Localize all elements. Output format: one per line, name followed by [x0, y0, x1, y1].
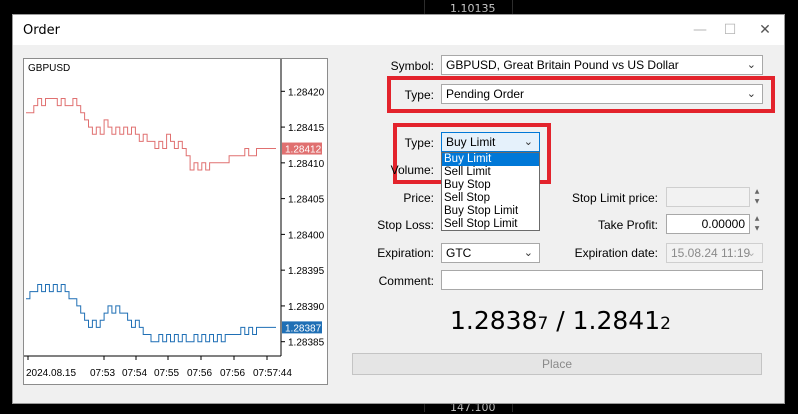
chevron-down-icon: ⌄ [523, 246, 533, 259]
maximize-button[interactable]: ☐ [716, 19, 744, 41]
comment-label: Comment: [378, 274, 434, 288]
expiration-date-input: 15.08.24 11:19 ⌄ [666, 243, 763, 263]
bid-main: 1.2838 [450, 306, 538, 335]
take-profit-label: Take Profit: [597, 218, 658, 232]
volume-label: Volume: [390, 163, 434, 177]
expiration-label: Expiration: [377, 246, 434, 260]
expiration-date-value: 15.08.24 11:19 [671, 246, 751, 260]
dropdown-option-sell-stop[interactable]: Sell Stop [442, 192, 539, 205]
y-tick-label: 1.28385 [288, 338, 325, 349]
expiration-value: GTC [446, 246, 472, 260]
expiration-date-label: Expiration date: [574, 246, 658, 260]
chevron-down-icon: ⌄ [746, 58, 756, 71]
stop-limit-label: Stop Limit price: [571, 191, 658, 205]
stop-limit-input [666, 187, 750, 207]
bid-small: 7 [537, 314, 549, 334]
pending-type-dropdown: Buy Limit Sell Limit Buy Stop Sell Stop … [441, 152, 540, 231]
y-tick-label: 1.28410 [288, 159, 325, 170]
x-tick-label: 07:55 [154, 368, 179, 379]
ask-price-label: 1.28412 [285, 145, 322, 156]
symbol-label: Symbol: [390, 59, 434, 73]
y-tick-label: 1.28400 [288, 230, 325, 241]
dropdown-option-sell-limit[interactable]: Sell Limit [442, 166, 539, 179]
title-bar: Order — ☐ ✕ [13, 15, 784, 45]
close-button[interactable]: ✕ [751, 19, 779, 41]
place-button[interactable]: Place [352, 353, 762, 375]
quote-separator: / [548, 306, 573, 335]
arrow-up-icon[interactable]: ▲ [752, 214, 762, 224]
stop-loss-label: Stop Loss: [377, 218, 434, 232]
bid-series-line [26, 284, 276, 343]
dropdown-option-buy-limit[interactable]: Buy Limit [442, 153, 539, 166]
ask-small: 2 [660, 314, 671, 334]
x-tick-label: 07:57:44 [253, 368, 292, 379]
ask-main: 1.2841 [572, 306, 661, 335]
x-tick-label: 07:56 [187, 368, 212, 379]
bid-price-label: 1.28387 [285, 323, 322, 334]
stop-limit-stepper: ▲ ▼ [752, 187, 762, 207]
y-tick-label: 1.28390 [288, 302, 325, 313]
comment-input[interactable] [441, 270, 763, 290]
chart-symbol: GBPUSD [28, 63, 70, 74]
x-tick-label: 2024.08.15 [26, 368, 76, 379]
chart-svg: GBPUSD 1.28420 1.28415 1.28410 1.28405 1.2840… [24, 59, 325, 379]
price-label: Price: [403, 191, 434, 205]
ask-series-line [26, 98, 276, 171]
y-tick-label: 1.28395 [288, 266, 325, 277]
highlight-box-order-type [387, 76, 775, 113]
arrow-down-icon: ▼ [754, 198, 760, 205]
take-profit-stepper[interactable]: ▲ ▼ [752, 214, 762, 234]
x-tick-label: 07:54 [122, 368, 147, 379]
window-title: Order [23, 23, 60, 38]
chevron-down-icon: ⌄ [746, 246, 756, 259]
dropdown-option-sell-stop-limit[interactable]: Sell Stop Limit [442, 218, 539, 231]
arrow-down-icon[interactable]: ▼ [752, 224, 762, 234]
price-chart: GBPUSD 1.28420 1.28415 1.28410 1.28405 1.2840… [23, 58, 328, 385]
x-tick-label: 07:56 [220, 368, 245, 379]
bid-ask-quote: 1.28387 / 1.28412 [450, 306, 671, 335]
symbol-select[interactable]: GBPUSD, Great Britain Pound vs US Dollar… [441, 55, 763, 75]
expiration-select[interactable]: GTC ⌄ [441, 243, 540, 263]
take-profit-input[interactable]: 0.00000 [666, 214, 750, 234]
symbol-value: GBPUSD, Great Britain Pound vs US Dollar [446, 58, 679, 72]
dropdown-option-buy-stop-limit[interactable]: Buy Stop Limit [442, 205, 539, 218]
y-tick-label: 1.28415 [288, 123, 325, 134]
take-profit-value: 0.00000 [701, 217, 745, 231]
y-tick-label: 1.28420 [288, 87, 325, 98]
x-tick-label: 07:53 [90, 368, 115, 379]
dropdown-option-buy-stop[interactable]: Buy Stop [442, 179, 539, 192]
minimize-button[interactable]: — [686, 19, 714, 41]
arrow-up-icon: ▲ [754, 188, 760, 195]
y-tick-label: 1.28405 [288, 195, 325, 206]
